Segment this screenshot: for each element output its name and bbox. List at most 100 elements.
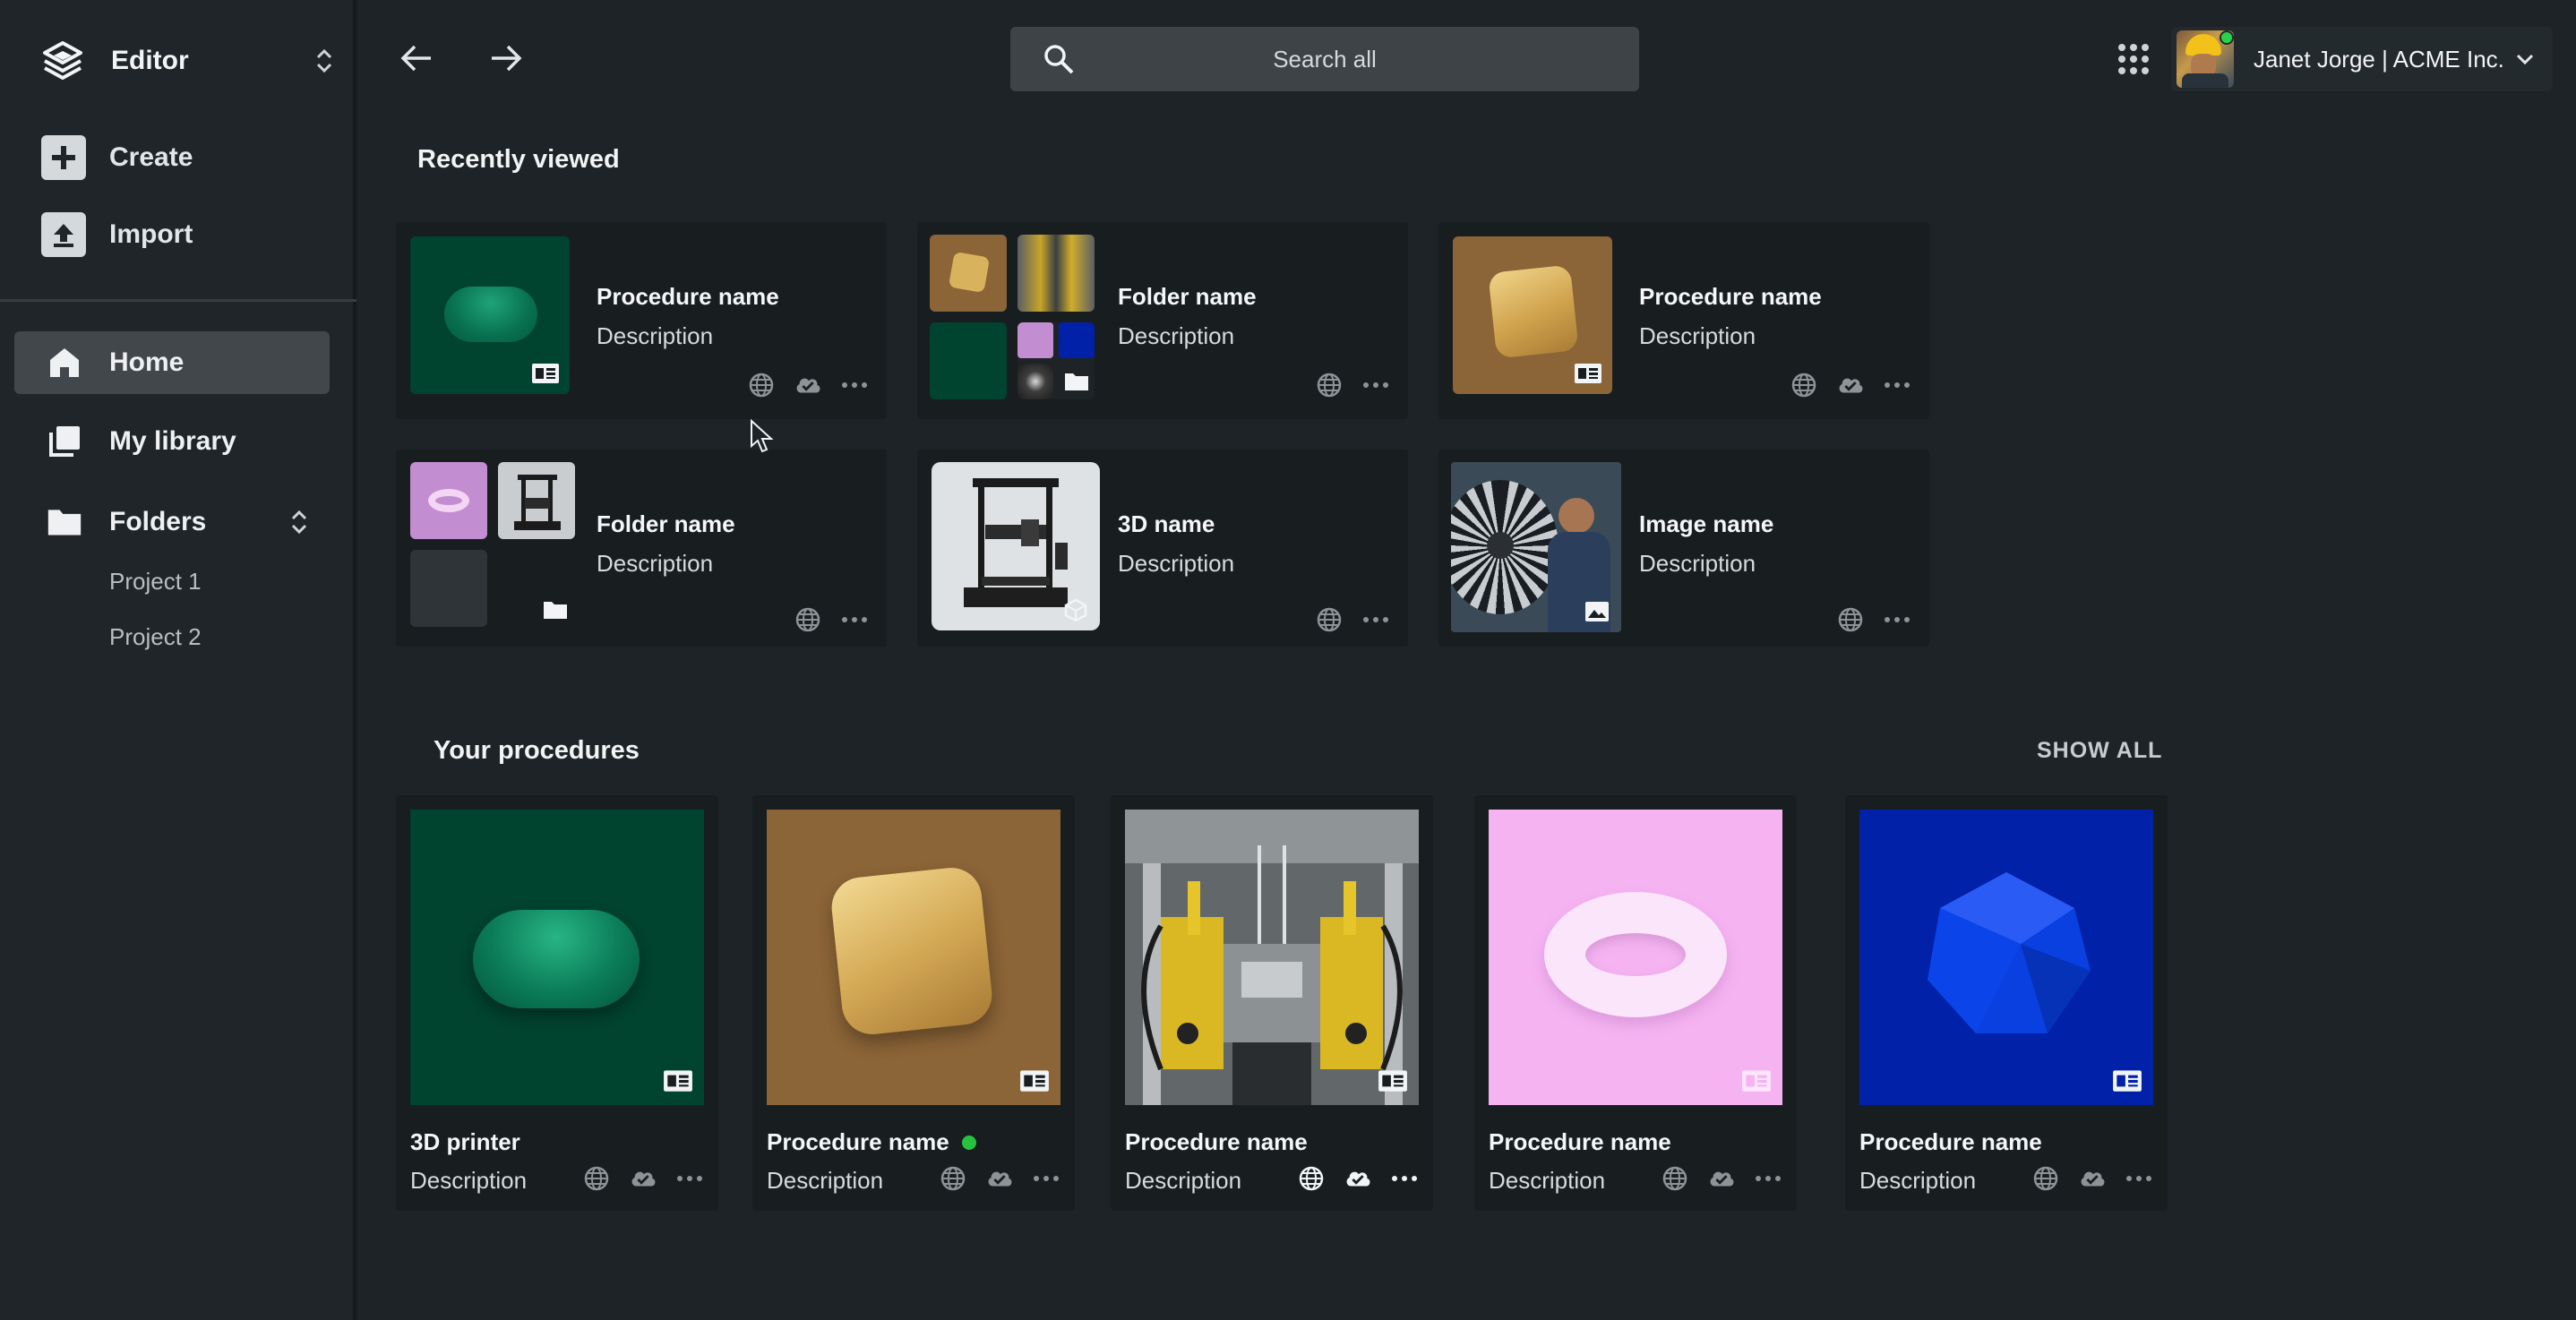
procedure-card[interactable]: 3D printer Description xyxy=(396,795,718,1211)
image-badge-icon xyxy=(1582,600,1612,623)
search-bar[interactable] xyxy=(1010,27,1639,91)
recent-card[interactable]: Image name Description xyxy=(1438,450,1929,647)
forward-button[interactable] xyxy=(484,36,528,81)
plus-icon xyxy=(41,135,86,180)
procedure-badge-icon xyxy=(1378,1069,1408,1093)
card-title: Procedure name xyxy=(767,1128,976,1156)
user-name: Janet Jorge | ACME Inc. xyxy=(2254,45,2504,73)
recent-card[interactable]: Folder name Description xyxy=(396,450,887,647)
procedure-thumbnail xyxy=(1125,810,1419,1105)
globe-icon[interactable] xyxy=(1790,371,1818,399)
more-options-icon[interactable] xyxy=(1754,1164,1782,1193)
more-options-icon[interactable] xyxy=(1361,605,1390,634)
card-title: Procedure name xyxy=(1489,1128,1671,1155)
card-title: Folder name xyxy=(597,510,735,537)
globe-icon[interactable] xyxy=(747,371,776,399)
card-description: Description xyxy=(1118,550,1235,577)
sidebar-subitem-project-2[interactable]: Project 2 xyxy=(109,623,202,651)
folder-icon xyxy=(47,504,82,540)
chevron-updown-icon[interactable] xyxy=(287,504,312,540)
procedure-thumbnail xyxy=(1859,810,2153,1105)
recent-card[interactable]: Procedure name Description xyxy=(1438,222,1929,419)
sidebar-item-folders[interactable]: Folders xyxy=(14,491,330,553)
procedure-card[interactable]: Procedure name Description xyxy=(1111,795,1433,1211)
library-icon xyxy=(47,424,82,459)
procedure-badge-icon xyxy=(663,1069,693,1093)
cloud-check-icon xyxy=(1707,1164,1736,1193)
app-switcher[interactable]: Editor xyxy=(41,36,337,86)
cloud-check-icon xyxy=(985,1164,1014,1193)
card-description: Description xyxy=(1639,550,1756,577)
more-options-icon[interactable] xyxy=(1390,1164,1419,1193)
recently-viewed-title: Recently viewed xyxy=(417,145,620,174)
chevron-down-icon xyxy=(2516,54,2534,65)
card-description: Description xyxy=(410,1167,528,1194)
card-title: Procedure name xyxy=(597,283,779,310)
globe-icon[interactable] xyxy=(939,1164,967,1193)
more-options-icon[interactable] xyxy=(1883,605,1911,634)
card-description: Description xyxy=(1125,1167,1242,1194)
globe-icon[interactable] xyxy=(1297,1164,1326,1193)
sidebar-item-my-library[interactable]: My library xyxy=(14,410,330,473)
import-label: Import xyxy=(109,219,193,249)
more-options-icon[interactable] xyxy=(840,371,869,399)
card-title: 3D name xyxy=(1118,510,1215,537)
sidebar-subitem-project-1[interactable]: Project 1 xyxy=(109,568,202,596)
upload-icon xyxy=(41,212,86,257)
procedure-thumbnail xyxy=(410,810,704,1105)
folder-thumbnail xyxy=(410,462,575,627)
card-title: Folder name xyxy=(1118,283,1257,310)
globe-icon[interactable] xyxy=(1315,371,1344,399)
sidebar-item-home[interactable]: Home xyxy=(14,331,330,394)
globe-icon[interactable] xyxy=(2031,1164,2060,1193)
more-options-icon[interactable] xyxy=(1361,371,1390,399)
create-label: Create xyxy=(109,142,193,172)
back-button[interactable] xyxy=(394,36,439,81)
recent-card[interactable]: 3D name Description xyxy=(917,450,1408,647)
globe-icon[interactable] xyxy=(1661,1164,1689,1193)
globe-icon[interactable] xyxy=(582,1164,611,1193)
card-description: Description xyxy=(1489,1167,1606,1194)
card-description: Description xyxy=(1859,1167,1977,1194)
procedure-badge-icon xyxy=(530,362,561,385)
procedure-card[interactable]: Procedure name Description xyxy=(1474,795,1797,1211)
procedure-badge-icon xyxy=(1741,1069,1772,1093)
sidebar-item-label: Folders xyxy=(109,507,207,536)
folder-badge-icon xyxy=(1059,364,1095,399)
arrow-right-icon xyxy=(492,45,522,72)
3d-thumbnail xyxy=(932,462,1100,630)
card-title: Procedure name xyxy=(1125,1128,1308,1155)
folder-thumbnail xyxy=(930,235,1095,399)
recent-card[interactable]: Procedure name Description xyxy=(396,222,887,419)
card-description: Description xyxy=(597,322,714,349)
globe-icon[interactable] xyxy=(1836,605,1865,634)
more-options-icon[interactable] xyxy=(675,1164,704,1193)
cloud-check-icon xyxy=(1836,371,1865,399)
procedure-thumbnail xyxy=(1453,236,1612,394)
procedure-card[interactable]: Procedure name Description xyxy=(752,795,1075,1211)
chevron-updown-icon xyxy=(312,43,337,79)
app-title: Editor xyxy=(111,46,189,75)
online-status-dot xyxy=(2220,30,2234,45)
create-button[interactable]: Create xyxy=(41,133,193,183)
recent-card[interactable]: Folder name Description xyxy=(917,222,1408,419)
more-options-icon[interactable] xyxy=(2125,1164,2153,1193)
globe-icon[interactable] xyxy=(794,605,822,634)
card-description: Description xyxy=(1639,322,1756,349)
search-icon xyxy=(1044,45,1074,74)
globe-icon[interactable] xyxy=(1315,605,1344,634)
more-options-icon[interactable] xyxy=(1032,1164,1060,1193)
card-title: Procedure name xyxy=(1859,1128,2042,1155)
apps-grid-icon[interactable] xyxy=(2117,43,2150,75)
import-button[interactable]: Import xyxy=(41,210,193,260)
home-icon xyxy=(47,345,82,381)
procedure-thumbnail xyxy=(1489,810,1782,1105)
more-options-icon[interactable] xyxy=(840,605,869,634)
show-all-button[interactable]: SHOW ALL xyxy=(2037,738,2162,764)
search-input[interactable] xyxy=(1010,27,1639,91)
procedure-card[interactable]: Procedure name Description xyxy=(1845,795,2168,1211)
procedure-thumbnail xyxy=(767,810,1060,1105)
more-options-icon[interactable] xyxy=(1883,371,1911,399)
arrow-left-icon xyxy=(400,45,431,72)
cloud-check-icon xyxy=(629,1164,657,1193)
